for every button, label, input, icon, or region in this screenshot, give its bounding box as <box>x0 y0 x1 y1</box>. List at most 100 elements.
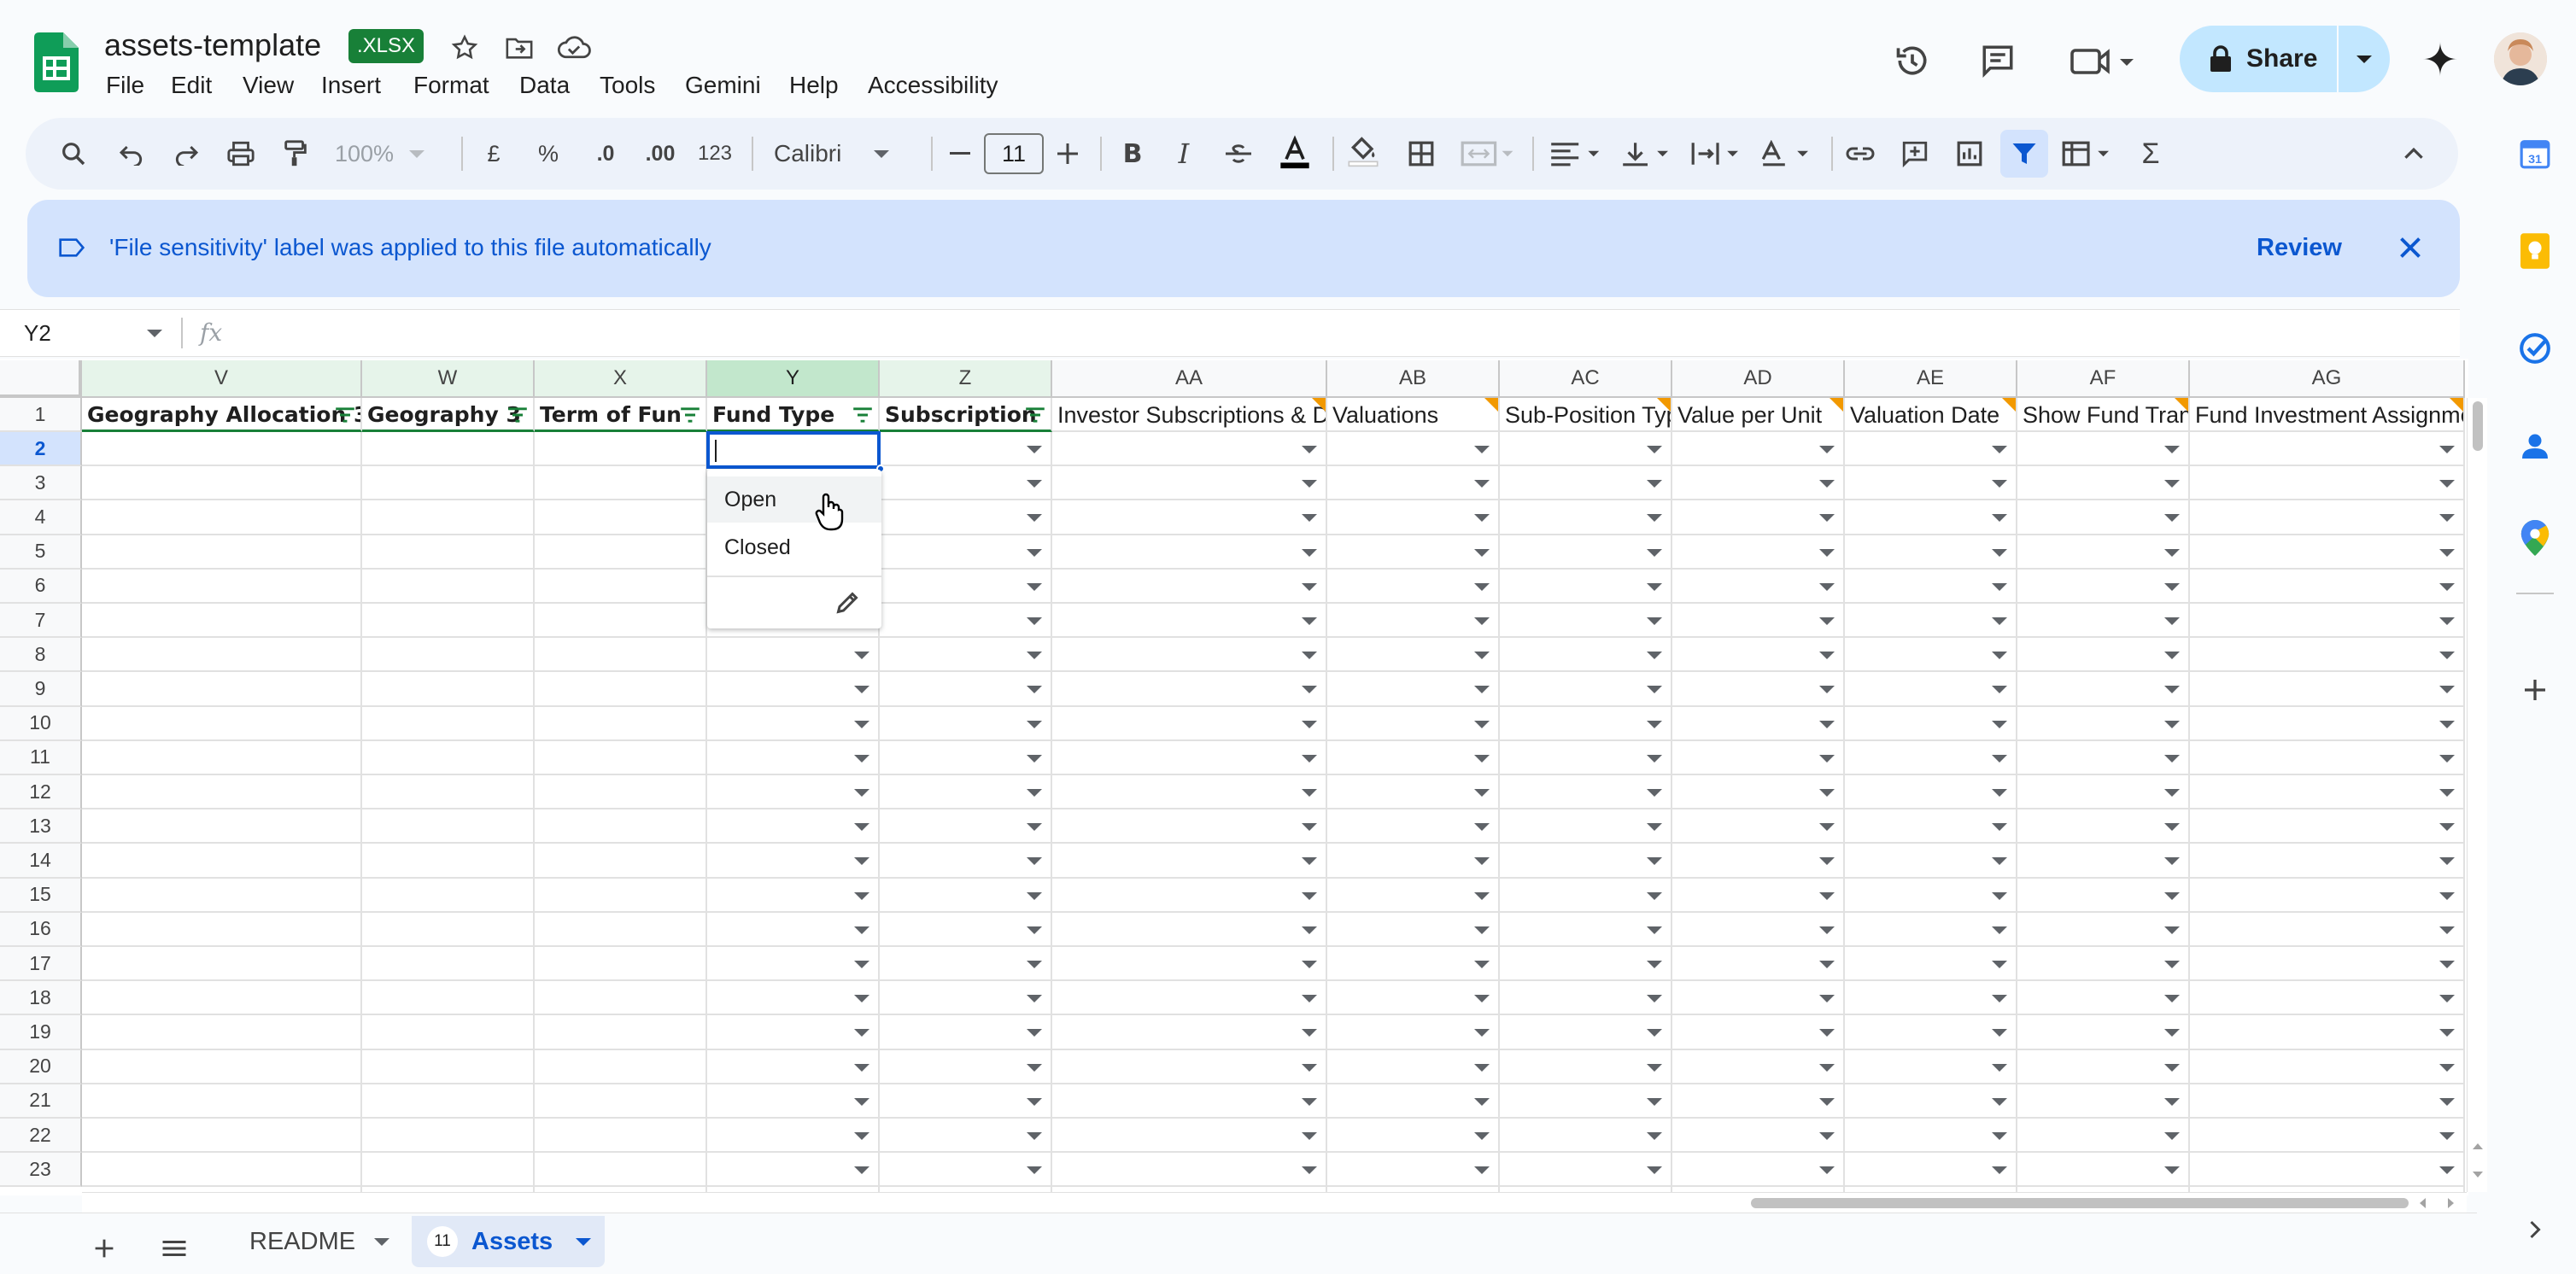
borders-button[interactable] <box>1404 138 1438 169</box>
cell-dropdown-arrow-icon[interactable] <box>1647 1132 1662 1140</box>
cell-dropdown-arrow-icon[interactable] <box>1474 754 1490 763</box>
meet-video-icon[interactable] <box>2065 39 2137 82</box>
row-header[interactable]: 12 <box>0 775 82 810</box>
row-header[interactable]: 18 <box>0 981 82 1016</box>
formula-input[interactable] <box>248 311 2451 355</box>
cell-dropdown-arrow-icon[interactable] <box>1819 891 1835 900</box>
column-header-z[interactable]: Z <box>880 360 1052 398</box>
cell-dropdown-arrow-icon[interactable] <box>2439 446 2455 453</box>
cell-dropdown-arrow-icon[interactable] <box>1474 446 1490 453</box>
row-header[interactable]: 4 <box>0 500 82 535</box>
percent-format-button[interactable]: % <box>535 138 562 169</box>
scroll-left-icon[interactable] <box>2414 1195 2431 1212</box>
column-header-v[interactable]: V <box>82 360 362 398</box>
currency-format-button[interactable]: £ <box>480 138 507 169</box>
cell-dropdown-arrow-icon[interactable] <box>1819 1063 1835 1072</box>
cell-dropdown-arrow-icon[interactable] <box>1474 1097 1490 1106</box>
cell-dropdown-arrow-icon[interactable] <box>1474 891 1490 900</box>
cell-dropdown-arrow-icon[interactable] <box>2439 652 2455 660</box>
cell-dropdown-arrow-icon[interactable] <box>1647 686 1662 694</box>
cell-dropdown-arrow-icon[interactable] <box>1027 754 1042 763</box>
cell-dropdown-arrow-icon[interactable] <box>1992 617 2007 625</box>
cell-dropdown-arrow-icon[interactable] <box>1647 1097 1662 1106</box>
cell-dropdown-arrow-icon[interactable] <box>1474 548 1490 557</box>
row-header[interactable]: 3 <box>0 466 82 501</box>
cell-dropdown-arrow-icon[interactable] <box>1474 857 1490 866</box>
add-sheet-icon[interactable] <box>85 1230 123 1267</box>
zoom-select[interactable]: 100% <box>335 138 444 169</box>
dropdown-option-closed[interactable]: Closed <box>707 524 881 570</box>
menu-edit[interactable]: Edit <box>171 70 212 101</box>
row-header[interactable]: 10 <box>0 706 82 741</box>
edit-pencil-icon[interactable] <box>828 584 866 622</box>
filter-icon[interactable] <box>507 406 528 424</box>
cell-dropdown-arrow-icon[interactable] <box>2164 514 2180 523</box>
cell-dropdown-arrow-icon[interactable] <box>1027 720 1042 728</box>
header-cell-ag[interactable]: Fund Investment Assignme <box>2190 398 2465 432</box>
all-sheets-icon[interactable] <box>155 1230 193 1267</box>
dropdown-option-open[interactable]: Open <box>707 476 881 523</box>
cell-dropdown-arrow-icon[interactable] <box>1992 995 2007 1003</box>
row-header[interactable]: 15 <box>0 878 82 913</box>
cell-dropdown-arrow-icon[interactable] <box>1992 720 2007 728</box>
cell-dropdown-arrow-icon[interactable] <box>1647 891 1662 900</box>
cell-dropdown-arrow-icon[interactable] <box>1992 1132 2007 1140</box>
vertical-align-button[interactable] <box>1618 138 1677 169</box>
vertical-scrollbar[interactable] <box>2467 398 2487 1192</box>
cell-dropdown-arrow-icon[interactable] <box>854 926 869 934</box>
cell-dropdown-arrow-icon[interactable] <box>1819 961 1835 968</box>
cell-dropdown-arrow-icon[interactable] <box>1474 823 1490 832</box>
cell-dropdown-arrow-icon[interactable] <box>1027 514 1042 523</box>
cell-dropdown-arrow-icon[interactable] <box>854 1063 869 1072</box>
row-header[interactable]: 16 <box>0 912 82 947</box>
cell-dropdown-arrow-icon[interactable] <box>1302 891 1317 900</box>
cell-dropdown-arrow-icon[interactable] <box>854 1132 869 1140</box>
cell-dropdown-arrow-icon[interactable] <box>1992 823 2007 832</box>
cell-dropdown-arrow-icon[interactable] <box>1027 617 1042 625</box>
expand-side-panel-icon[interactable] <box>2516 1211 2554 1248</box>
cell-dropdown-arrow-icon[interactable] <box>2164 548 2180 557</box>
cell-dropdown-arrow-icon[interactable] <box>854 686 869 694</box>
column-header-y[interactable]: Y <box>707 360 880 398</box>
cell-dropdown-arrow-icon[interactable] <box>2439 617 2455 625</box>
cell-dropdown-arrow-icon[interactable] <box>1647 926 1662 934</box>
cell-dropdown-arrow-icon[interactable] <box>2439 514 2455 523</box>
cell-dropdown-arrow-icon[interactable] <box>1819 1166 1835 1175</box>
filter-icon[interactable] <box>852 406 873 424</box>
hide-menus-icon[interactable] <box>2397 138 2431 169</box>
cell-dropdown-arrow-icon[interactable] <box>1027 1029 1042 1037</box>
column-header-ab[interactable]: AB <box>1327 360 1500 398</box>
scroll-up-icon[interactable] <box>2469 1137 2486 1154</box>
horizontal-align-button[interactable] <box>1546 138 1606 169</box>
menu-data[interactable]: Data <box>519 70 570 101</box>
cell-dropdown-arrow-icon[interactable] <box>1302 961 1317 968</box>
cell-dropdown-arrow-icon[interactable] <box>1302 926 1317 934</box>
cell-dropdown-arrow-icon[interactable] <box>1474 720 1490 728</box>
cell-dropdown-arrow-icon[interactable] <box>854 891 869 900</box>
cell-dropdown-arrow-icon[interactable] <box>1474 995 1490 1003</box>
row-header[interactable]: 21 <box>0 1084 82 1119</box>
cell-dropdown-arrow-icon[interactable] <box>1647 720 1662 728</box>
font-size-decrease-button[interactable] <box>945 138 975 169</box>
menu-view[interactable]: View <box>243 70 294 101</box>
cell-dropdown-arrow-icon[interactable] <box>1302 617 1317 625</box>
cell-dropdown-arrow-icon[interactable] <box>1819 652 1835 660</box>
cell-dropdown-arrow-icon[interactable] <box>1027 926 1042 934</box>
cell-dropdown-arrow-icon[interactable] <box>1474 582 1490 591</box>
decrease-decimal-button[interactable]: .0 <box>586 138 625 169</box>
cell-dropdown-arrow-icon[interactable] <box>2164 1166 2180 1175</box>
tasks-icon[interactable] <box>2516 330 2554 367</box>
cell-dropdown-arrow-icon[interactable] <box>854 857 869 866</box>
document-title[interactable]: assets-template <box>104 27 321 63</box>
cell-dropdown-arrow-icon[interactable] <box>1302 480 1317 488</box>
cell-dropdown-arrow-icon[interactable] <box>1992 446 2007 453</box>
cell-dropdown-arrow-icon[interactable] <box>1992 514 2007 523</box>
cell-dropdown-arrow-icon[interactable] <box>1474 1132 1490 1140</box>
cell-dropdown-arrow-icon[interactable] <box>2164 480 2180 488</box>
row-header[interactable]: 11 <box>0 740 82 775</box>
cell-dropdown-arrow-icon[interactable] <box>1302 823 1317 832</box>
cell-dropdown-arrow-icon[interactable] <box>1992 789 2007 797</box>
cell-dropdown-arrow-icon[interactable] <box>1027 1097 1042 1106</box>
share-button[interactable]: Share <box>2180 26 2337 92</box>
text-rotation-button[interactable] <box>1758 138 1818 169</box>
